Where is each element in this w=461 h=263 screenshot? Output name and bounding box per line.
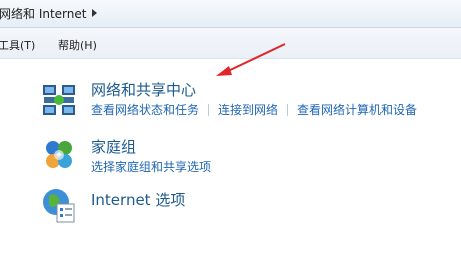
menu-tools[interactable]: 工具(T) (0, 37, 35, 53)
homegroup-icon[interactable] (40, 136, 78, 174)
menu-bar: 工具(T) 帮助(H) (0, 28, 461, 59)
network-sharing-center-links: 查看网络状态和任务 连接到网络 查看网络计算机和设备 (91, 101, 417, 118)
link-separator (208, 103, 210, 116)
link-connect-to-network[interactable]: 连接到网络 (218, 101, 278, 118)
breadcrumb[interactable]: 网络和 Internet (0, 4, 98, 22)
homegroup-links: 选择家庭组和共享选项 (91, 158, 211, 175)
network-sharing-center-icon[interactable] (40, 79, 78, 117)
link-separator (287, 103, 289, 116)
chevron-right-icon[interactable] (92, 9, 98, 17)
address-bar[interactable]: 网络和 Internet (0, 0, 461, 28)
control-panel-window: 网络和 Internet 工具(T) 帮助(H) 网络和共享中心 查看网络状态和… (0, 0, 461, 263)
network-sharing-center-title[interactable]: 网络和共享中心 (91, 79, 196, 100)
breadcrumb-network-and-internet[interactable]: 网络和 Internet (0, 5, 86, 22)
internet-options-title[interactable]: Internet 选项 (91, 189, 185, 210)
internet-options-icon[interactable] (40, 186, 78, 224)
link-homegroup-sharing-options[interactable]: 选择家庭组和共享选项 (91, 158, 211, 175)
category-list: 网络和共享中心 查看网络状态和任务 连接到网络 查看网络计算机和设备 家庭组 选… (0, 59, 461, 263)
link-view-network-status[interactable]: 查看网络状态和任务 (91, 101, 199, 118)
homegroup-title[interactable]: 家庭组 (91, 136, 136, 157)
menu-help[interactable]: 帮助(H) (58, 37, 97, 53)
link-view-network-computers[interactable]: 查看网络计算机和设备 (297, 101, 417, 118)
